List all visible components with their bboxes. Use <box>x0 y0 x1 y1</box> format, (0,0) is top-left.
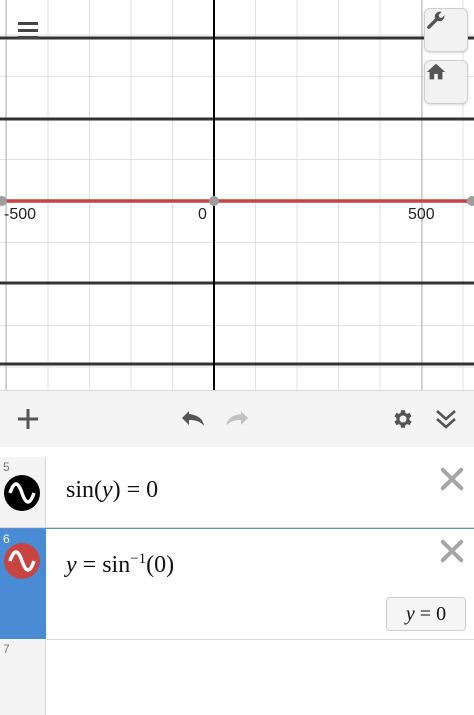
menu-button[interactable] <box>8 10 48 50</box>
intercept-point[interactable] <box>209 196 219 206</box>
intercept-point[interactable] <box>467 196 474 206</box>
expression-operator: = sin <box>76 552 131 578</box>
row-number: 5 <box>3 460 10 474</box>
gear-icon <box>394 410 412 428</box>
eval-value: = 0 <box>419 602 447 625</box>
undo-button[interactable] <box>174 399 214 439</box>
expression-lhs: y <box>66 552 77 578</box>
collapse-list-button[interactable] <box>426 399 466 439</box>
plus-icon <box>18 409 38 429</box>
delete-expression-button[interactable] <box>438 537 466 565</box>
x-tick-label-500: 500 <box>408 206 435 223</box>
home-icon <box>426 63 446 80</box>
expression-argument: (0) <box>146 552 175 578</box>
x-tick-label-neg500: -500 <box>4 206 37 223</box>
hamburger-menu-icon <box>18 22 38 25</box>
expression-row-5[interactable]: 5 sin(y) = 0 <box>0 457 474 528</box>
double-chevron-down-icon <box>436 410 456 429</box>
graph-settings-button[interactable] <box>424 8 468 52</box>
wave-icon <box>8 550 36 572</box>
evaluation-result: y = 0 <box>386 597 466 631</box>
row-gutter: 5 <box>0 457 46 527</box>
expression-math[interactable]: y = sin−1(0) <box>66 551 174 579</box>
expression-toolbar <box>0 390 474 448</box>
wave-icon <box>8 482 36 504</box>
expression-prefix: sin( <box>66 477 102 503</box>
graph-visibility-toggle[interactable] <box>4 475 40 511</box>
expression-suffix: ) = 0 <box>112 477 159 503</box>
redo-icon <box>226 411 248 426</box>
wrench-icon <box>427 11 445 29</box>
expression-superscript: −1 <box>130 551 147 567</box>
graph-svg[interactable] <box>0 0 474 390</box>
delete-expression-button[interactable] <box>438 465 466 493</box>
add-item-button[interactable] <box>8 399 48 439</box>
graph-canvas[interactable]: -500 0 500 <box>0 0 474 390</box>
redo-button[interactable] <box>216 399 256 439</box>
expression-math[interactable]: sin(y) = 0 <box>66 477 158 504</box>
x-tick-label-0: 0 <box>198 206 207 223</box>
expression-row-6[interactable]: 6 y = sin−1(0) y = 0 <box>0 528 474 640</box>
expression-variable: y <box>102 477 113 503</box>
eval-variable: y <box>405 602 415 625</box>
undo-icon <box>182 411 204 426</box>
row-number: 7 <box>3 642 10 656</box>
home-button[interactable] <box>424 60 468 104</box>
settings-button[interactable] <box>382 399 422 439</box>
row-gutter: 7 <box>0 639 46 715</box>
row-gutter-selected: 6 <box>0 529 46 639</box>
expression-list: 5 sin(y) = 0 6 y = sin−1(0) y = 0 7 <box>0 447 474 715</box>
expression-row-7[interactable]: 7 <box>0 639 474 715</box>
graph-visibility-toggle[interactable] <box>4 543 40 579</box>
